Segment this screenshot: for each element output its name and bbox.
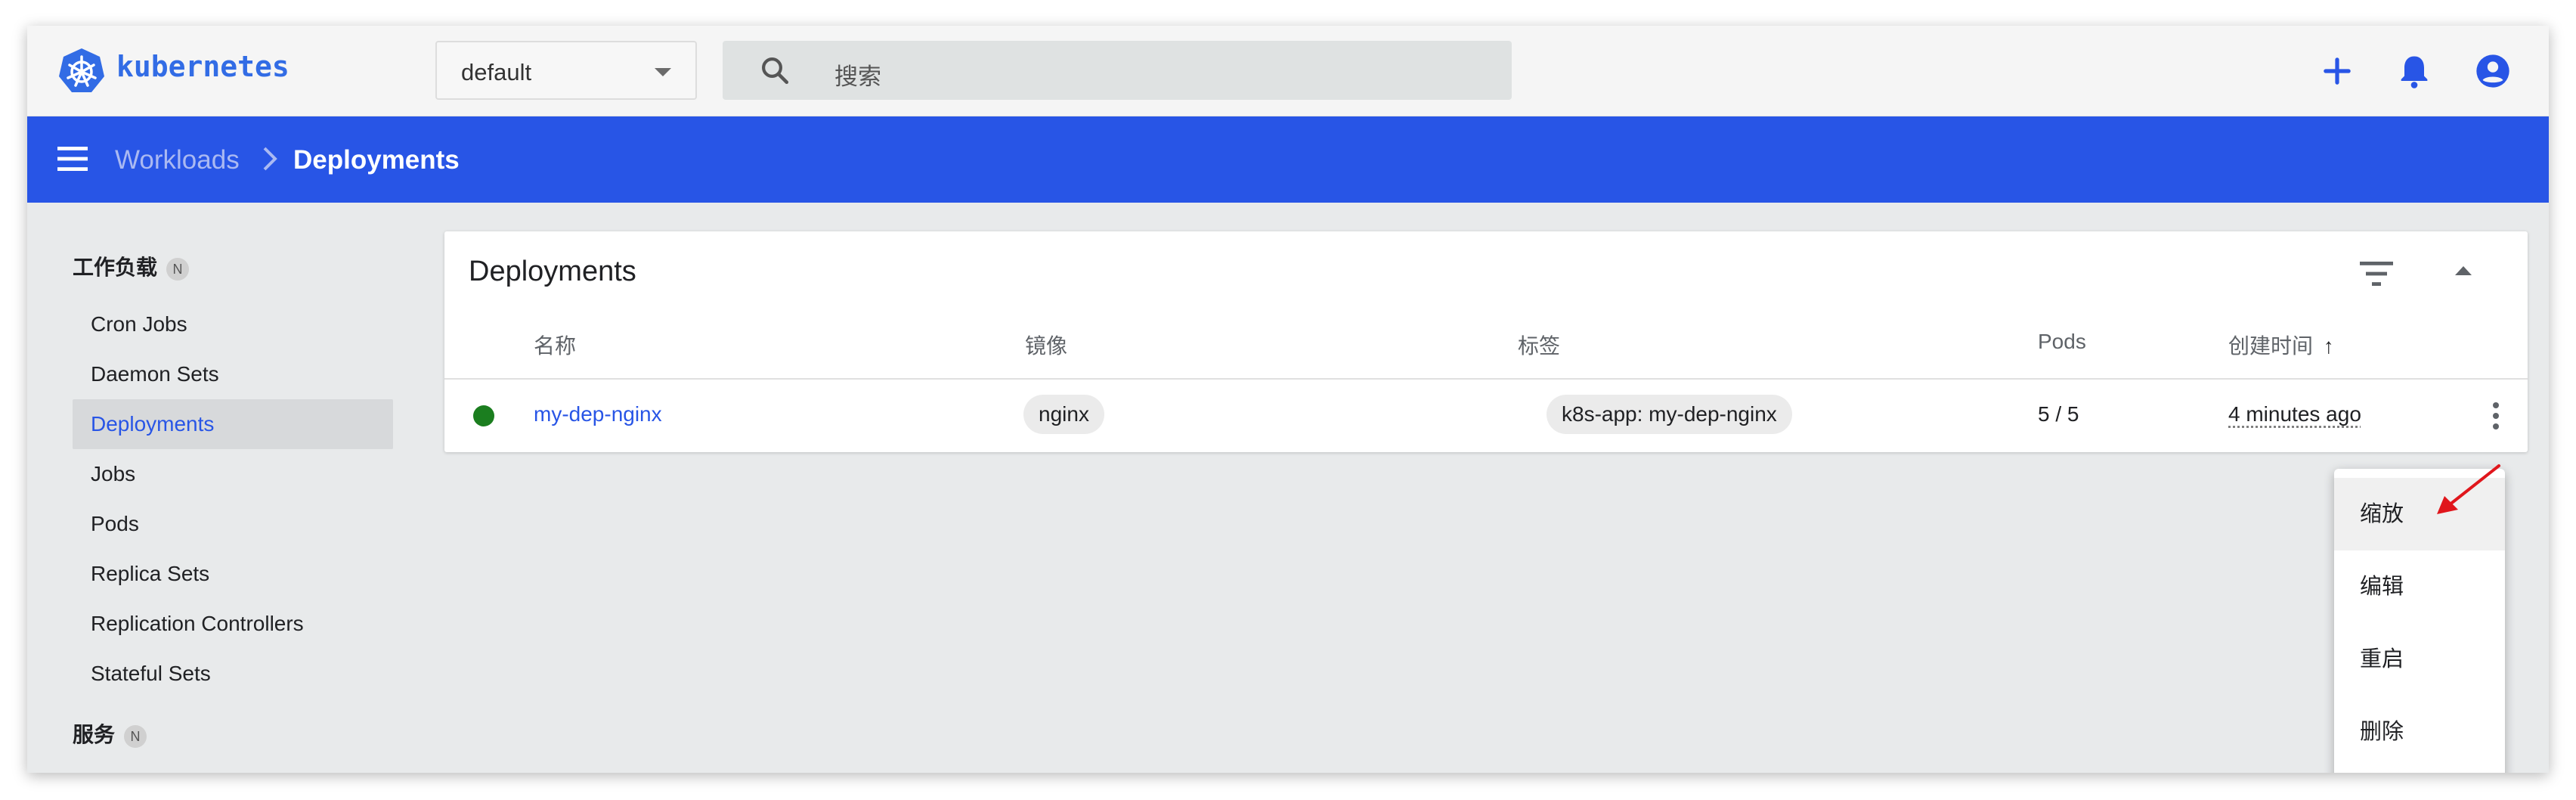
kubernetes-logo-icon[interactable] [57, 47, 106, 95]
pods-count: 5 / 5 [2038, 402, 2079, 426]
sidebar-item-replication-controllers[interactable]: Replication Controllers [73, 599, 393, 649]
label-chip: k8s-app: my-dep-nginx [1547, 395, 1792, 434]
sidebar-section-workloads[interactable]: 工作负载 N [73, 251, 190, 281]
namespaced-badge: N [124, 724, 147, 748]
sidebar-section-label: 服务 [73, 723, 116, 746]
search-icon [762, 57, 789, 85]
header-divider [444, 378, 2528, 380]
chevron-down-icon [655, 68, 671, 76]
sidebar-item-jobs[interactable]: Jobs [73, 449, 393, 499]
top-app-bar: kubernetes default 搜索 [27, 26, 2549, 116]
brand-name[interactable]: kubernetes [116, 50, 289, 83]
column-header-image: 镜像 [1025, 334, 1068, 358]
image-chip: nginx [1023, 395, 1104, 434]
annotation-arrow-icon [2437, 464, 2500, 514]
sidebar-item-replica-sets[interactable]: Replica Sets [73, 549, 393, 599]
hamburger-menu-icon[interactable] [57, 145, 88, 172]
search-bar[interactable]: 搜索 [723, 41, 1512, 100]
sidebar-item-cron-jobs[interactable]: Cron Jobs [73, 299, 393, 349]
menu-item-edit[interactable]: 编辑 [2334, 550, 2505, 623]
sidebar-section-services[interactable]: 服务 N [73, 718, 147, 749]
sidebar-item-stateful-sets[interactable]: Stateful Sets [73, 649, 393, 699]
deployment-name-link[interactable]: my-dep-nginx [534, 402, 662, 426]
search-placeholder: 搜索 [834, 64, 881, 90]
status-running-icon [473, 405, 494, 426]
column-header-labels: 标签 [1518, 334, 1561, 358]
more-vert-icon[interactable] [2491, 401, 2500, 431]
card-title: Deployments [469, 256, 636, 287]
deployments-card: Deployments 名称 镜像 标签 Pods 创建时间 ↑ my-dep-… [444, 231, 2528, 452]
created-time: 4 minutes ago [2228, 402, 2361, 426]
sort-ascending-icon: ↑ [2323, 334, 2334, 358]
breadcrumb-current: Deployments [293, 145, 460, 175]
chevron-right-icon [263, 147, 277, 171]
breadcrumb-bar: Workloads Deployments [27, 116, 2549, 203]
app-window: kubernetes default 搜索 Workloads Deployme… [27, 26, 2549, 773]
sidebar-section-label: 工作负载 [73, 256, 158, 279]
collapse-icon[interactable] [2454, 265, 2473, 277]
namespace-value: default [461, 59, 532, 85]
column-header-name[interactable]: 名称 [534, 330, 576, 360]
account-icon[interactable] [2473, 51, 2513, 91]
sidebar-item-deployments[interactable]: Deployments [73, 399, 393, 449]
column-header-created[interactable]: 创建时间 ↑ [2228, 330, 2334, 360]
sidebar-item-pods[interactable]: Pods [73, 499, 393, 549]
sidebar-item-daemon-sets[interactable]: Daemon Sets [73, 349, 393, 399]
namespaced-badge: N [166, 257, 190, 281]
column-header-pods: Pods [2038, 330, 2086, 353]
menu-item-delete[interactable]: 删除 [2334, 696, 2505, 768]
namespace-select[interactable]: default [435, 41, 697, 100]
breadcrumb-workloads[interactable]: Workloads [115, 145, 240, 175]
created-header-label: 创建时间 [2228, 334, 2314, 358]
filter-icon[interactable] [2360, 259, 2393, 289]
menu-item-restart[interactable]: 重启 [2334, 623, 2505, 696]
plus-icon[interactable] [2317, 51, 2357, 91]
bell-icon[interactable] [2395, 51, 2434, 91]
